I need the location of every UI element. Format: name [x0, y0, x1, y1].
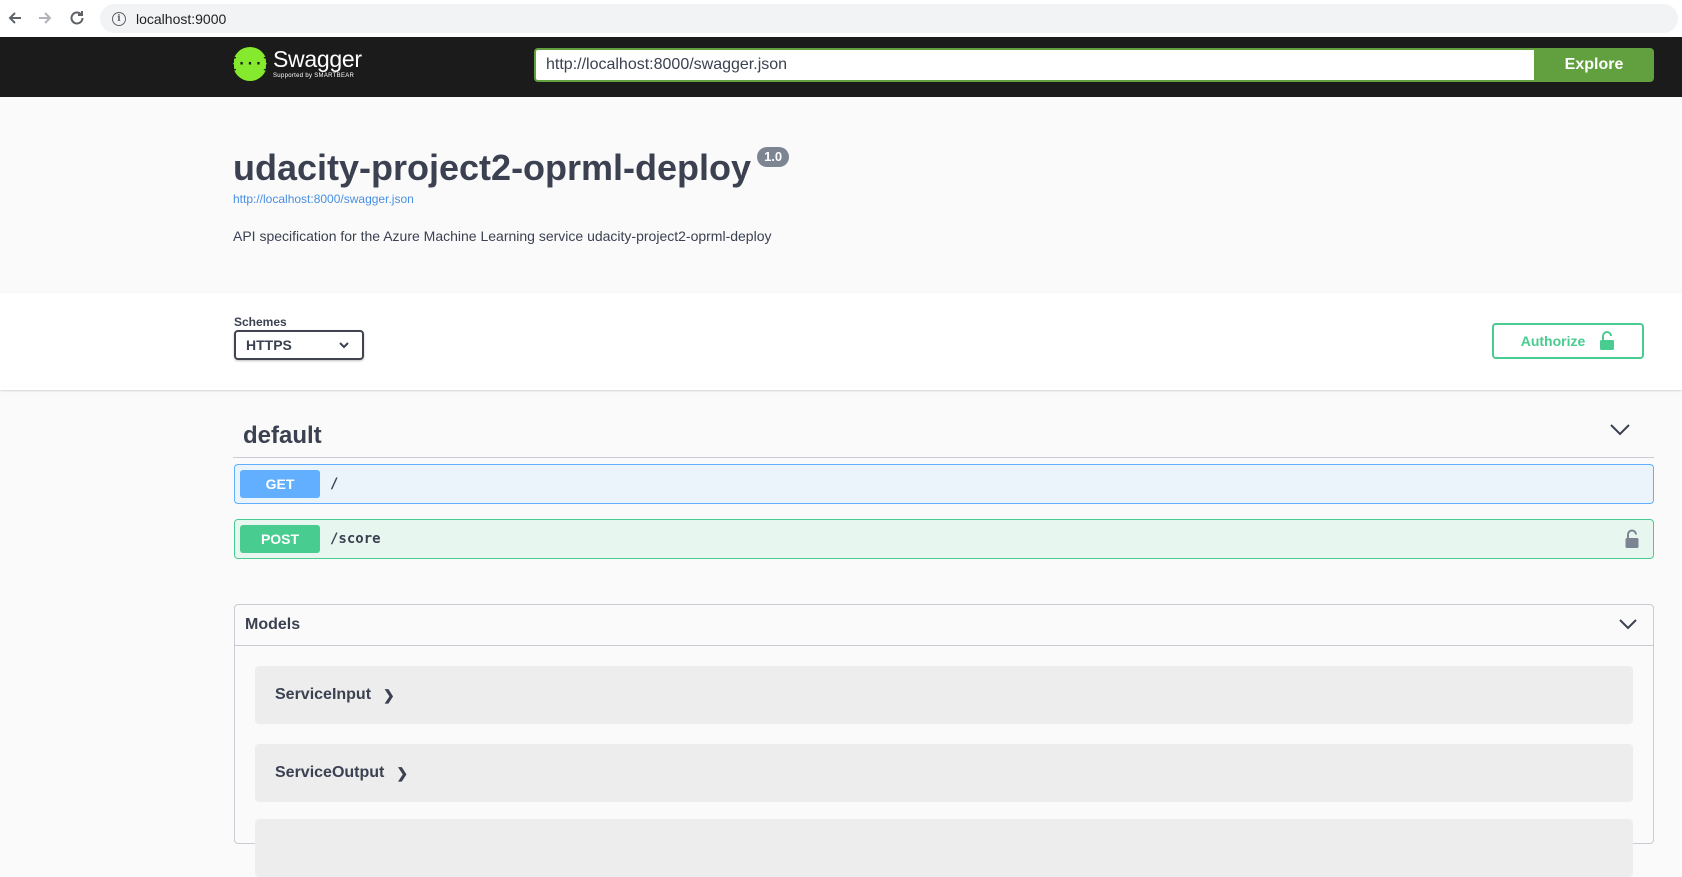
tag-header-default[interactable]: default [233, 408, 1654, 458]
version-badge: 1.0 [757, 147, 790, 167]
model-item-partial[interactable] [255, 819, 1633, 877]
model-service-output[interactable]: ServiceOutput ❯ [255, 744, 1633, 802]
swagger-topbar: {···} Swagger Supported by SMARTBEAR htt… [0, 37, 1682, 97]
unlock-icon [1600, 331, 1615, 350]
schemes-selected: HTTPS [246, 337, 292, 353]
operation-get-root[interactable]: GET / [234, 464, 1654, 504]
chevron-down-icon[interactable] [1610, 424, 1630, 436]
operation-post-score[interactable]: POST /score [234, 519, 1654, 559]
operation-path: /score [330, 531, 381, 547]
schemes-label: Schemes [234, 315, 287, 329]
arrow-left-icon [8, 12, 21, 24]
swagger-logo[interactable]: {···} Swagger Supported by SMARTBEAR [229, 46, 362, 81]
back-button[interactable] [3, 6, 27, 30]
authorize-label: Authorize [1520, 333, 1586, 349]
method-badge-post: POST [240, 525, 320, 553]
tag-name: default [243, 422, 322, 449]
models-section: Models ServiceInput ❯ ServiceOutput ❯ [234, 604, 1654, 877]
browser-toolbar: i localhost:9000 [0, 0, 1682, 37]
spec-url-input[interactable]: http://localhost:8000/swagger.json [534, 48, 1534, 82]
schemes-container: Schemes HTTPS Authorize [0, 293, 1682, 390]
forward-button[interactable] [33, 6, 57, 30]
models-title: Models [245, 616, 301, 633]
model-service-input[interactable]: ServiceInput ❯ [255, 666, 1633, 724]
address-text: localhost:9000 [136, 10, 227, 27]
logo-word: Swagger [273, 46, 362, 72]
api-description: API specification for the Azure Machine … [233, 228, 772, 244]
models-header[interactable]: Models [235, 605, 1653, 646]
chevron-right-icon: ❯ [396, 764, 409, 781]
api-title: udacity-project2-oprml-deploy [233, 147, 752, 188]
reload-icon [70, 11, 84, 25]
swagger-logo-icon: {···} [229, 47, 271, 81]
page-title: udacity-project2-oprml-deploy 1.0 [233, 147, 790, 189]
address-bar[interactable]: i localhost:9000 [100, 4, 1678, 33]
explore-button[interactable]: Explore [1534, 48, 1654, 82]
method-badge-get: GET [240, 470, 320, 498]
chevron-right-icon: ❯ [383, 686, 395, 703]
chevron-down-icon [339, 342, 349, 349]
reload-button[interactable] [65, 6, 89, 30]
model-name: ServiceInput [275, 686, 372, 703]
lock-icon[interactable] [1625, 529, 1639, 549]
info-icon[interactable]: i [112, 11, 126, 26]
spec-link[interactable]: http://localhost:8000/swagger.json [233, 192, 414, 206]
authorize-button[interactable]: Authorize [1492, 323, 1644, 359]
model-name: ServiceOutput [275, 764, 385, 781]
arrow-right-icon [39, 12, 52, 24]
schemes-select[interactable]: HTTPS [234, 330, 364, 360]
info-section: udacity-project2-oprml-deploy 1.0 http:/… [0, 97, 1682, 293]
logo-subtitle: Supported by SMARTBEAR [273, 73, 355, 79]
operation-path: / [330, 476, 339, 492]
chevron-down-icon[interactable] [1619, 619, 1637, 630]
